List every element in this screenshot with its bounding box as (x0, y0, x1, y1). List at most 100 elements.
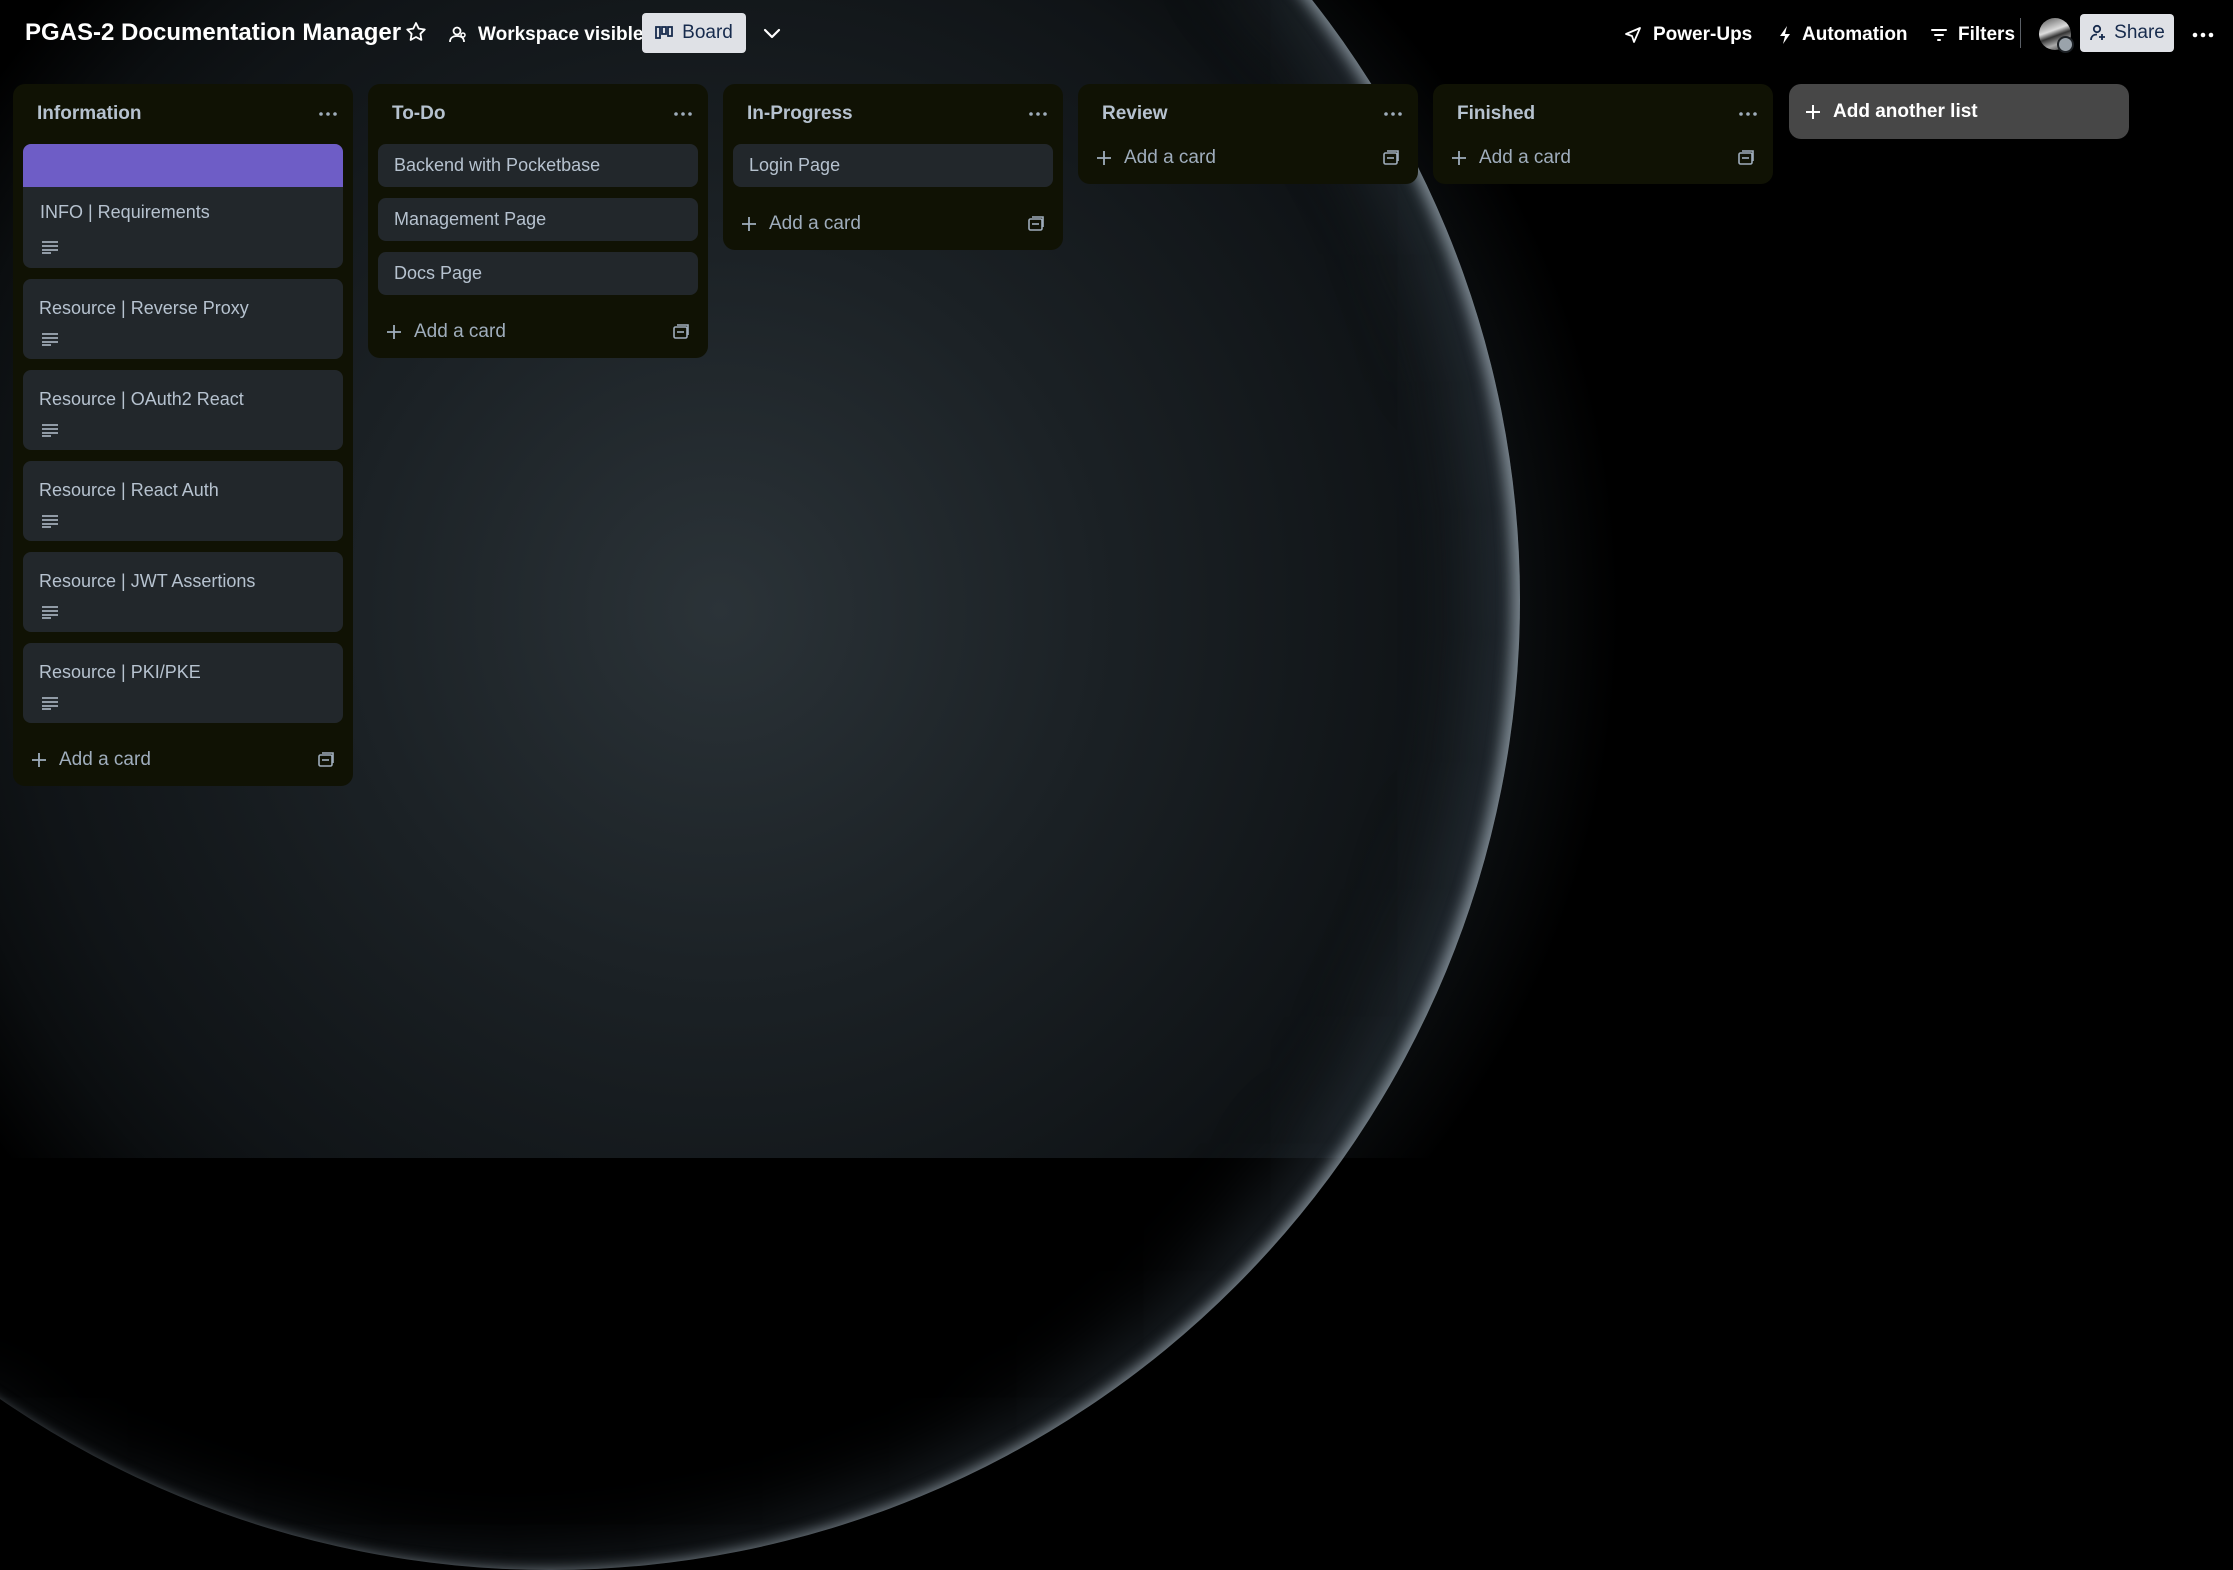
list-finished: Finished Add a card (1433, 84, 1773, 184)
star-icon[interactable] (404, 20, 428, 44)
header-divider (2020, 18, 2021, 48)
filter-icon (1931, 29, 1947, 41)
people-icon (449, 26, 466, 43)
card-template-icon[interactable] (672, 323, 690, 341)
add-card-label: Add a card (769, 213, 861, 234)
add-card-button[interactable]: Add a card (31, 749, 151, 771)
description-icon (42, 606, 58, 619)
list-title[interactable]: In-Progress (747, 103, 853, 125)
card-template-icon[interactable] (1382, 149, 1400, 167)
card-management-page[interactable]: Management Page (378, 198, 698, 241)
lightning-icon (1780, 26, 1790, 44)
add-card-button[interactable]: Add a card (386, 321, 506, 343)
card-oauth2-react[interactable]: Resource | OAuth2 React (23, 370, 343, 450)
automation-label: Automation (1802, 24, 1908, 45)
board-title[interactable]: PGAS-2 Documentation Manager (25, 19, 401, 47)
add-card-row: Add a card (13, 734, 353, 786)
card-react-auth[interactable]: Resource | React Auth (23, 461, 343, 541)
card-jwt-assertions[interactable]: Resource | JWT Assertions (23, 552, 343, 632)
workspace-visible-label: Workspace visible (478, 24, 644, 45)
share-button[interactable]: Share (2080, 14, 2174, 52)
card-title: INFO | Requirements (40, 202, 210, 222)
card-list: Login Page (723, 144, 1063, 187)
list-title[interactable]: Finished (1457, 103, 1535, 125)
avatar[interactable] (2039, 18, 2074, 53)
list-in-progress: In-Progress Login Page Add a card (723, 84, 1063, 250)
description-icon (42, 515, 58, 528)
filters-button[interactable]: Filters (1930, 20, 2015, 50)
plus-icon (742, 217, 756, 231)
card-info-requirements[interactable]: INFO | Requirements (23, 144, 343, 268)
list-review: Review Add a card (1078, 84, 1418, 184)
description-icon (42, 697, 58, 710)
description-icon (42, 241, 58, 254)
add-card-button[interactable]: Add a card (741, 213, 861, 235)
list-title[interactable]: Information (37, 103, 142, 125)
add-card-label: Add a card (414, 321, 506, 342)
list-title[interactable]: To-Do (392, 103, 445, 125)
card-reverse-proxy[interactable]: Resource | Reverse Proxy (23, 279, 343, 359)
list-information: Information INFO | Requirements Resource… (13, 84, 353, 786)
card-title: Resource | Reverse Proxy (39, 298, 249, 318)
add-card-button[interactable]: Add a card (1096, 147, 1216, 169)
add-card-button[interactable]: Add a card (1451, 147, 1571, 169)
list-menu-icon[interactable] (1023, 99, 1053, 129)
more-icon[interactable] (2188, 20, 2218, 50)
card-title: Login Page (749, 155, 841, 175)
add-card-row: Add a card (1078, 132, 1418, 184)
plus-icon (1097, 151, 1111, 165)
card-backend-pocketbase[interactable]: Backend with Pocketbase (378, 144, 698, 187)
list-menu-icon[interactable] (313, 99, 343, 129)
card-title: Resource | OAuth2 React (39, 389, 244, 409)
plus-icon (1452, 151, 1466, 165)
power-ups-label: Power-Ups (1653, 24, 1753, 45)
add-card-row: Add a card (1433, 132, 1773, 184)
chevron-down-icon[interactable] (759, 20, 785, 46)
list-menu-icon[interactable] (668, 99, 698, 129)
card-title: Backend with Pocketbase (394, 155, 601, 175)
description-icon (42, 424, 58, 437)
filters-label: Filters (1958, 24, 2016, 45)
add-list-label: Add another list (1833, 100, 1978, 122)
list-to-do: To-Do Backend with Pocketbase Management… (368, 84, 708, 358)
card-list: INFO | Requirements Resource | Reverse P… (13, 144, 353, 723)
card-cover-color (23, 144, 343, 187)
card-title: Resource | PKI/PKE (39, 662, 201, 682)
rocket-icon (1625, 27, 1641, 43)
card-login-page[interactable]: Login Page (733, 144, 1053, 187)
card-title: Resource | React Auth (39, 480, 219, 500)
card-title: Docs Page (394, 263, 483, 283)
add-another-list-button[interactable]: Add another list (1789, 84, 2129, 139)
card-template-icon[interactable] (1027, 215, 1045, 233)
board-view-button[interactable]: Board (642, 13, 746, 53)
automation-button[interactable]: Automation (1778, 20, 1908, 50)
board-view-label: Board (682, 22, 733, 43)
card-template-icon[interactable] (317, 751, 335, 769)
list-title[interactable]: Review (1102, 103, 1167, 125)
list-header: To-Do (368, 84, 708, 144)
card-docs-page[interactable]: Docs Page (378, 252, 698, 295)
workspace-visible-button[interactable]: Workspace visible (448, 20, 643, 50)
add-person-icon (2090, 24, 2106, 41)
list-menu-icon[interactable] (1378, 99, 1408, 129)
card-pki-pke[interactable]: Resource | PKI/PKE (23, 643, 343, 723)
share-label: Share (2114, 22, 2165, 43)
description-icon (42, 333, 58, 346)
board-header: PGAS-2 Documentation Manager Workspace v… (0, 0, 2233, 70)
card-list: Backend with Pocketbase Management Page … (368, 144, 708, 295)
card-title: Resource | JWT Assertions (39, 571, 256, 591)
plus-icon (32, 753, 46, 767)
list-header: Information (13, 84, 353, 144)
add-card-label: Add a card (1124, 147, 1216, 168)
add-card-row: Add a card (723, 198, 1063, 250)
power-ups-button[interactable]: Power-Ups (1623, 20, 1752, 50)
add-card-row: Add a card (368, 306, 708, 358)
plus-icon (1806, 104, 1820, 119)
add-card-label: Add a card (59, 749, 151, 770)
card-template-icon[interactable] (1737, 149, 1755, 167)
card-title: Management Page (394, 209, 547, 229)
board-view-icon (655, 26, 674, 39)
list-menu-icon[interactable] (1733, 99, 1763, 129)
list-header: In-Progress (723, 84, 1063, 144)
plus-icon (387, 325, 401, 339)
